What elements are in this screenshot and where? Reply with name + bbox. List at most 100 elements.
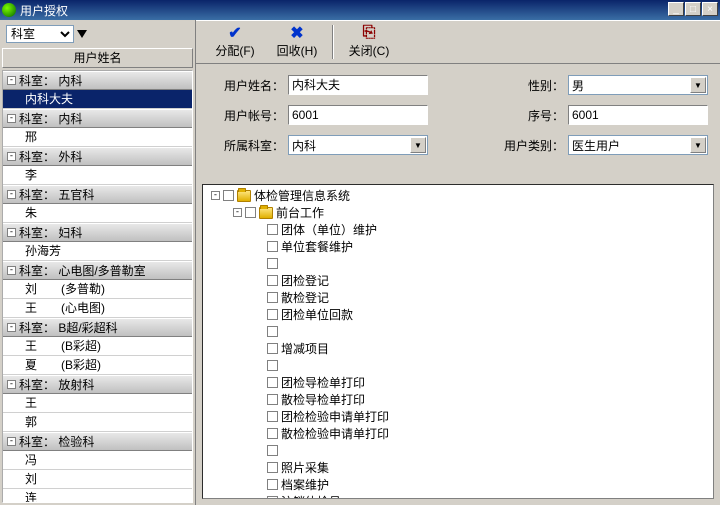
perm-node[interactable]: 照片采集	[205, 459, 711, 476]
dept-group[interactable]: -科室： 外科	[3, 147, 192, 166]
dept-label: 科室： 内科	[19, 72, 82, 89]
perm-node[interactable]	[205, 442, 711, 459]
x-icon: ✖	[288, 25, 306, 41]
perm-node[interactable]: 增减项目	[205, 340, 711, 357]
user-row[interactable]: 王 (B彩超)	[3, 337, 192, 356]
checkbox[interactable]	[267, 496, 278, 499]
toolbar: ✔ 分配(F) ✖ 回收(H) ⎘ 关闭(C)	[196, 20, 720, 64]
perm-node[interactable]: 档案维护	[205, 476, 711, 493]
window-buttons: _ □ ×	[668, 2, 718, 16]
user-row[interactable]: 刘	[3, 470, 192, 489]
gender-select[interactable]: 男▼	[568, 75, 708, 95]
minus-icon[interactable]: -	[7, 190, 16, 199]
checkbox[interactable]	[267, 428, 278, 439]
minimize-button[interactable]: _	[668, 2, 684, 16]
close-form-button[interactable]: ⎘ 关闭(C)	[338, 22, 400, 62]
checkbox[interactable]	[267, 445, 278, 456]
permission-tree[interactable]: -体检管理信息系统-前台工作团体（单位）维护单位套餐维护团检登记散检登记团检单位…	[202, 184, 714, 499]
perm-node[interactable]	[205, 255, 711, 272]
perm-label: 团体（单位）维护	[281, 221, 377, 238]
checkbox[interactable]	[267, 394, 278, 405]
user-row[interactable]: 冯	[3, 451, 192, 470]
checkbox[interactable]	[267, 258, 278, 269]
checkbox[interactable]	[223, 190, 234, 201]
checkbox[interactable]	[267, 377, 278, 388]
dept-label: 所属科室：	[208, 137, 288, 154]
user-row[interactable]: 邢	[3, 128, 192, 147]
checkbox[interactable]	[267, 360, 278, 371]
user-row[interactable]: 刘 (多普勒)	[3, 280, 192, 299]
checkbox[interactable]	[245, 207, 256, 218]
minus-icon[interactable]: -	[233, 208, 242, 217]
user-row[interactable]: 孙海芳	[3, 242, 192, 261]
user-row[interactable]: 王	[3, 394, 192, 413]
assign-button[interactable]: ✔ 分配(F)	[204, 22, 266, 62]
minus-icon[interactable]: -	[211, 191, 220, 200]
checkbox[interactable]	[267, 326, 278, 337]
dept-group[interactable]: -科室： 五官科	[3, 185, 192, 204]
checkbox[interactable]	[267, 224, 278, 235]
perm-node[interactable]: 注销体检号	[205, 493, 711, 499]
perm-node[interactable]: 散检检验申请单打印	[205, 425, 711, 442]
minus-icon[interactable]: -	[7, 152, 16, 161]
perm-node[interactable]: 单位套餐维护	[205, 238, 711, 255]
user-row[interactable]: 连	[3, 489, 192, 503]
perm-label: 散检登记	[281, 289, 329, 306]
checkbox[interactable]	[267, 411, 278, 422]
perm-node[interactable]: - 前台工作	[205, 204, 711, 221]
usertype-select[interactable]: 医生用户▼	[568, 135, 708, 155]
checkbox[interactable]	[267, 292, 278, 303]
user-row[interactable]: 内科大夫	[3, 90, 192, 109]
titlebar: 用户授权 _ □ ×	[0, 0, 720, 20]
user-tree[interactable]: -科室： 内科内科大夫-科室： 内科邢-科室： 外科李-科室： 五官科朱-科室：…	[2, 70, 193, 503]
window-title: 用户授权	[20, 2, 68, 19]
close-button[interactable]: ×	[702, 2, 718, 16]
minus-icon[interactable]: -	[7, 380, 16, 389]
dept-group[interactable]: -科室： 妇科	[3, 223, 192, 242]
perm-node[interactable]: 团检导检单打印	[205, 374, 711, 391]
checkbox[interactable]	[267, 309, 278, 320]
minus-icon[interactable]: -	[7, 228, 16, 237]
minus-icon[interactable]: -	[7, 323, 16, 332]
checkbox[interactable]	[267, 479, 278, 490]
dept-filter-select[interactable]: 科室	[6, 25, 74, 43]
dept-group[interactable]: -科室： 内科	[3, 109, 192, 128]
perm-node[interactable]: 散检导检单打印	[205, 391, 711, 408]
user-row[interactable]: 王 (心电图)	[3, 299, 192, 318]
perm-label: 前台工作	[276, 204, 324, 221]
perm-node[interactable]: 团检登记	[205, 272, 711, 289]
perm-label: 散检导检单打印	[281, 391, 365, 408]
dept-label: 科室： 五官科	[19, 186, 94, 203]
user-row[interactable]: 夏 (B彩超)	[3, 356, 192, 375]
dept-group[interactable]: -科室： 内科	[3, 71, 192, 90]
minus-icon[interactable]: -	[7, 76, 16, 85]
recycle-button[interactable]: ✖ 回收(H)	[266, 22, 328, 62]
checkbox[interactable]	[267, 275, 278, 286]
dept-group[interactable]: -科室： 心电图/多普勒室	[3, 261, 192, 280]
user-row[interactable]: 郭	[3, 413, 192, 432]
maximize-button[interactable]: □	[685, 2, 701, 16]
dept-select[interactable]: 内科▼	[288, 135, 428, 155]
checkbox[interactable]	[267, 462, 278, 473]
account-field[interactable]: 6001	[288, 105, 428, 125]
dept-group[interactable]: -科室： 检验科	[3, 432, 192, 451]
minus-icon[interactable]: -	[7, 437, 16, 446]
perm-node[interactable]: 团检检验申请单打印	[205, 408, 711, 425]
dept-group[interactable]: -科室： 放射科	[3, 375, 192, 394]
minus-icon[interactable]: -	[7, 266, 16, 275]
perm-node[interactable]: -体检管理信息系统	[205, 187, 711, 204]
dept-group[interactable]: -科室： B超/彩超科	[3, 318, 192, 337]
perm-node[interactable]	[205, 323, 711, 340]
seq-field[interactable]: 6001	[568, 105, 708, 125]
checkbox[interactable]	[267, 343, 278, 354]
filter-dropdown-icon[interactable]	[77, 30, 87, 38]
perm-node[interactable]: 团检单位回款	[205, 306, 711, 323]
checkbox[interactable]	[267, 241, 278, 252]
user-row[interactable]: 朱	[3, 204, 192, 223]
minus-icon[interactable]: -	[7, 114, 16, 123]
user-row[interactable]: 李	[3, 166, 192, 185]
perm-node[interactable]	[205, 357, 711, 374]
perm-node[interactable]: 团体（单位）维护	[205, 221, 711, 238]
username-field[interactable]: 内科大夫	[288, 75, 428, 95]
perm-node[interactable]: 散检登记	[205, 289, 711, 306]
